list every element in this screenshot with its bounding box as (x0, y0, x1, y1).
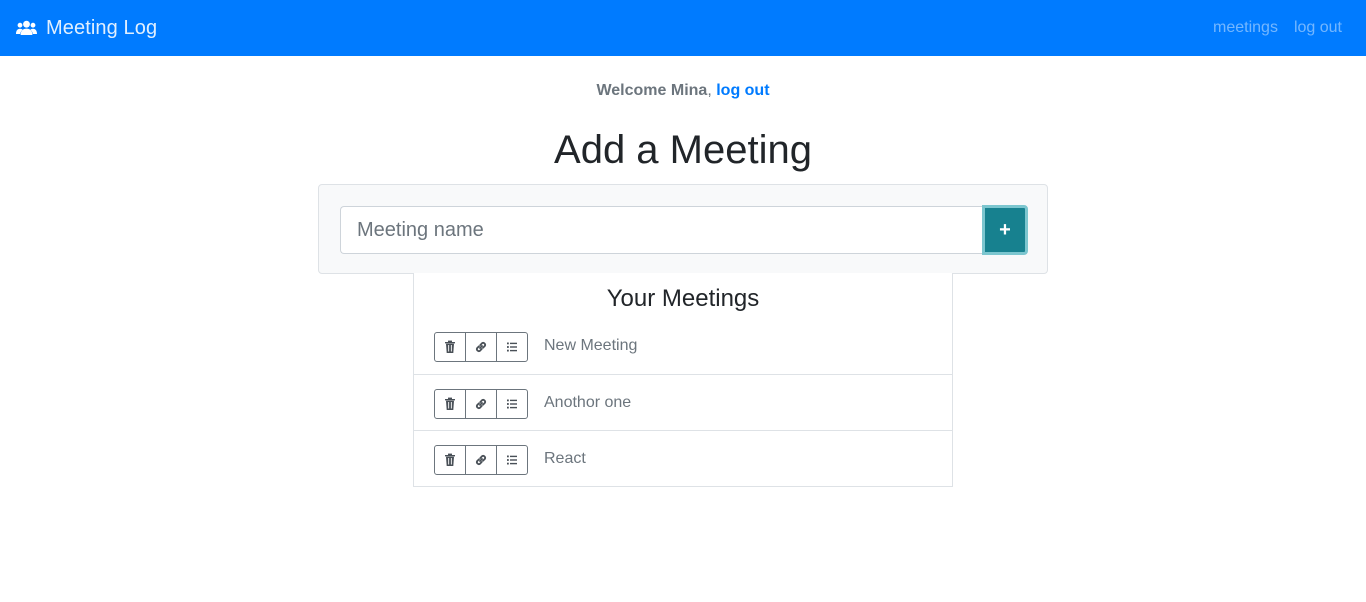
delete-button[interactable] (434, 389, 466, 419)
list-icon (507, 455, 517, 465)
meeting-row: React (414, 430, 952, 486)
list-button[interactable] (496, 389, 528, 419)
add-meeting-button[interactable]: + (982, 205, 1028, 255)
brand-link[interactable]: Meeting Log (16, 0, 157, 56)
meetings-list: Your Meetings New Meeting Anothor one Re… (413, 273, 953, 487)
meeting-actions (434, 389, 528, 419)
meeting-name[interactable]: React (544, 431, 586, 487)
nav-link-logout[interactable]: log out (1294, 19, 1342, 37)
add-meeting-form: + (318, 184, 1048, 274)
meeting-name-input[interactable] (340, 206, 983, 254)
meeting-row: New Meeting (414, 318, 952, 374)
link-button[interactable] (465, 332, 497, 362)
link-button[interactable] (465, 445, 497, 475)
trash-icon (445, 453, 455, 466)
trash-icon (445, 397, 455, 410)
link-icon (475, 454, 487, 466)
welcome-greeting: Welcome Mina (596, 82, 708, 99)
list-icon (507, 399, 517, 409)
list-icon (507, 342, 517, 352)
link-button[interactable] (465, 389, 497, 419)
nav-links: meetings log out (1197, 0, 1342, 56)
users-icon (16, 20, 37, 35)
app-title: Meeting Log (46, 16, 158, 39)
delete-button[interactable] (434, 332, 466, 362)
meeting-name[interactable]: New Meeting (544, 318, 637, 374)
meetings-title: Your Meetings (606, 285, 760, 312)
meeting-row: Anothor one (414, 374, 952, 430)
welcome-logout-link[interactable]: log out (716, 82, 769, 99)
navbar: Meeting Log meetings log out (0, 0, 1366, 56)
list-button[interactable] (496, 445, 528, 475)
welcome-message: Welcome Mina, log out (0, 82, 1366, 100)
link-icon (475, 398, 487, 410)
meeting-actions (434, 332, 528, 362)
trash-icon (445, 340, 455, 353)
link-icon (475, 341, 487, 353)
delete-button[interactable] (434, 445, 466, 475)
page-title: Add a Meeting (554, 128, 812, 172)
list-button[interactable] (496, 332, 528, 362)
nav-link-meetings[interactable]: meetings (1213, 19, 1278, 37)
welcome-separator: , (707, 82, 712, 99)
meeting-name[interactable]: Anothor one (544, 375, 631, 431)
meeting-actions (434, 445, 528, 475)
